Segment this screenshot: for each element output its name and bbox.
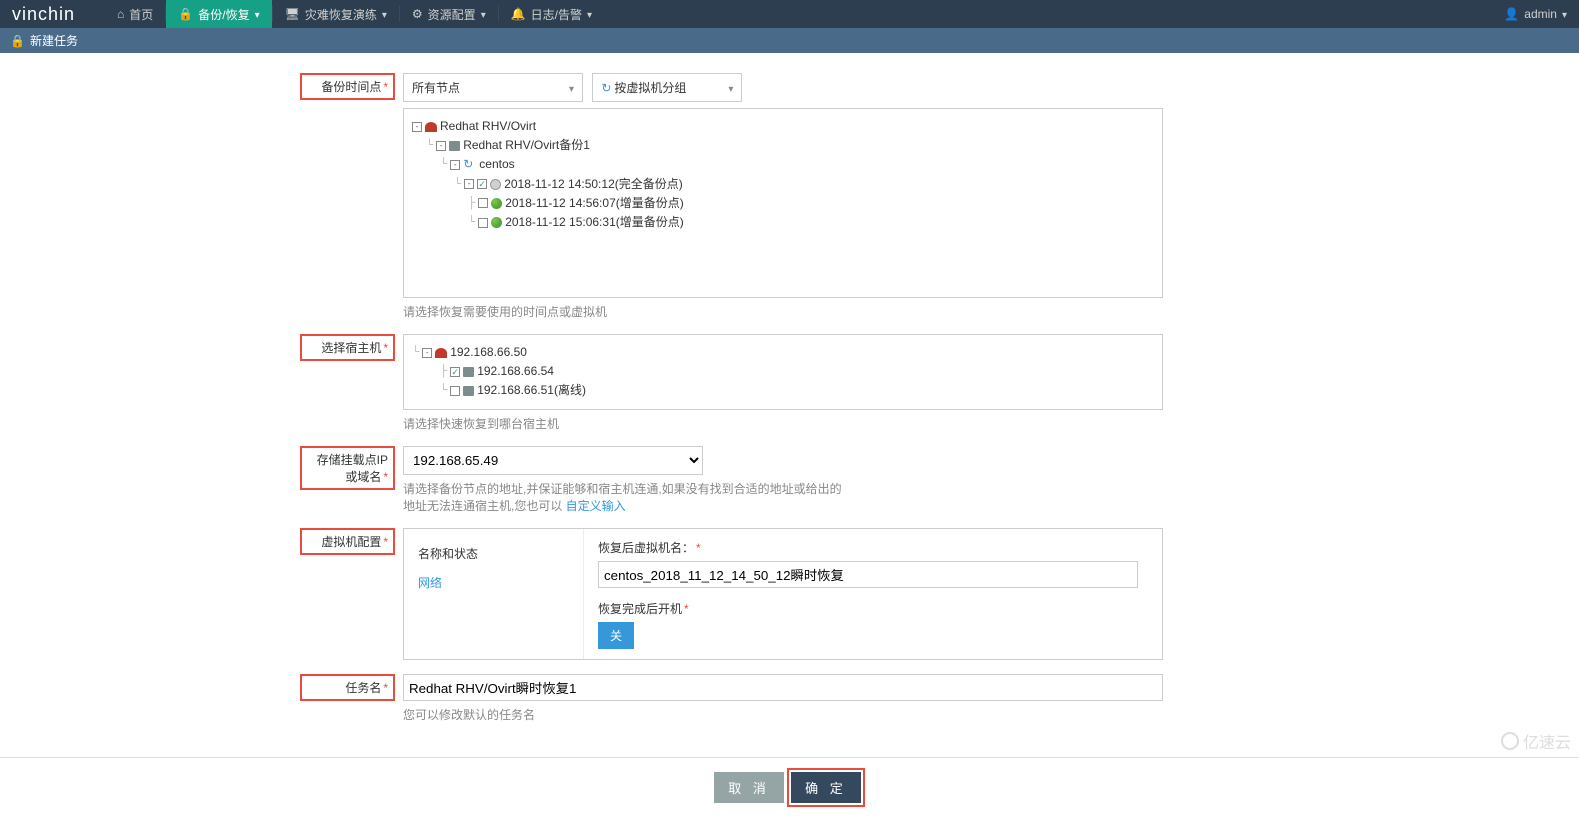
collapse-icon[interactable]: - (464, 179, 474, 189)
cancel-button[interactable]: 取 消 (714, 772, 784, 803)
user-menu[interactable]: 👤 admin (1504, 7, 1567, 21)
label-backup-time: 备份时间点* (300, 73, 395, 100)
tab-name-status[interactable]: 名称和状态 (414, 539, 573, 568)
nav-label: 备份/恢复 (198, 6, 249, 23)
username: admin (1524, 7, 1557, 21)
watermark-icon (1501, 732, 1519, 750)
nav-backup-restore[interactable]: 🔒 备份/恢复 (166, 0, 271, 28)
host-icon (463, 367, 474, 377)
incremental-backup-icon (491, 217, 502, 228)
home-icon: ⌂ (117, 7, 124, 21)
brand-logo: vinchin (12, 4, 75, 25)
breadcrumb: 🔒 新建任务 (0, 28, 1579, 53)
label-task-name: 任务名* (300, 674, 395, 701)
redhat-icon (435, 348, 447, 358)
checkbox[interactable] (478, 198, 488, 208)
lock-icon: 🔒 (178, 7, 193, 21)
nav-label: 资源配置 (428, 6, 476, 23)
power-toggle[interactable]: 关 (599, 623, 633, 648)
chevron-down-icon (255, 7, 260, 21)
chevron-down-icon (587, 7, 592, 21)
host-icon (463, 386, 474, 396)
nav-resource-config[interactable]: ⚙ 资源配置 (400, 0, 498, 28)
chevron-down-icon (569, 81, 574, 95)
task-name-input[interactable] (403, 674, 1163, 701)
label-host: 选择宿主机* (300, 334, 395, 361)
desktop-icon: 🖥 (285, 7, 300, 21)
checkbox[interactable] (477, 179, 487, 189)
nav-label: 灾难恢复演练 (305, 6, 377, 23)
checkbox[interactable] (478, 218, 488, 228)
label-vm-config: 虚拟机配置* (300, 528, 395, 555)
collapse-icon[interactable]: - (436, 141, 446, 151)
backup-tree[interactable]: -Redhat RHV/Ovirt └-Redhat RHV/Ovirt备份1 … (403, 108, 1163, 298)
nav-disaster-recovery[interactable]: 🖥 灾难恢复演练 (273, 0, 399, 28)
node-select[interactable]: 所有节点 (403, 73, 583, 102)
full-backup-icon (490, 179, 501, 190)
collapse-icon[interactable]: - (450, 160, 460, 170)
custom-input-link[interactable]: 自定义输入 (566, 499, 626, 513)
tab-network[interactable]: 网络 (414, 568, 573, 597)
incremental-backup-icon (491, 198, 502, 209)
checkbox[interactable] (450, 386, 460, 396)
redhat-icon (425, 122, 437, 132)
label-restored-vm-name: 恢复后虚拟机名：* (598, 539, 1148, 556)
help-task-name: 您可以修改默认的任务名 (403, 706, 1163, 723)
chevron-down-icon (382, 7, 387, 21)
nav-home[interactable]: ⌂ 首页 (105, 0, 165, 28)
nav-label: 首页 (129, 6, 153, 23)
help-storage: 请选择备份节点的地址,并保证能够和宿主机连通,如果没有找到合适的地址或给出的地址… (403, 480, 843, 514)
help-backup-time: 请选择恢复需要使用的时间点或虚拟机 (403, 303, 1163, 320)
job-icon (449, 141, 460, 151)
page-title: 新建任务 (30, 32, 78, 49)
bell-icon: 🔔 (511, 7, 526, 21)
user-icon: 👤 (1504, 7, 1519, 21)
label-power-on: 恢复完成后开机* (598, 600, 1148, 617)
ok-button[interactable]: 确 定 (791, 772, 861, 803)
group-select[interactable]: ↻按虚拟机分组 (592, 73, 742, 102)
checkbox[interactable] (450, 367, 460, 377)
nav-log-alert[interactable]: 🔔 日志/告警 (499, 0, 604, 28)
gear-icon: ⚙ (412, 7, 423, 21)
chevron-down-icon (728, 81, 733, 95)
collapse-icon[interactable]: - (412, 122, 422, 132)
chevron-down-icon (1562, 7, 1567, 21)
vm-icon: ↻ (463, 155, 473, 174)
storage-select[interactable]: 192.168.65.49 (403, 446, 703, 475)
lock-icon: 🔒 (10, 34, 25, 48)
chevron-down-icon (481, 7, 486, 21)
watermark: 亿速云 (1501, 729, 1571, 753)
collapse-icon[interactable]: - (422, 348, 432, 358)
host-tree[interactable]: └-192.168.66.50 ├192.168.66.54 └192.168.… (403, 334, 1163, 410)
label-storage: 存储挂载点IP或域名* (300, 446, 395, 490)
help-host: 请选择快速恢复到哪台宿主机 (403, 415, 1163, 432)
nav-label: 日志/告警 (531, 6, 582, 23)
restored-vm-name-input[interactable] (598, 561, 1138, 588)
refresh-icon: ↻ (601, 81, 611, 95)
